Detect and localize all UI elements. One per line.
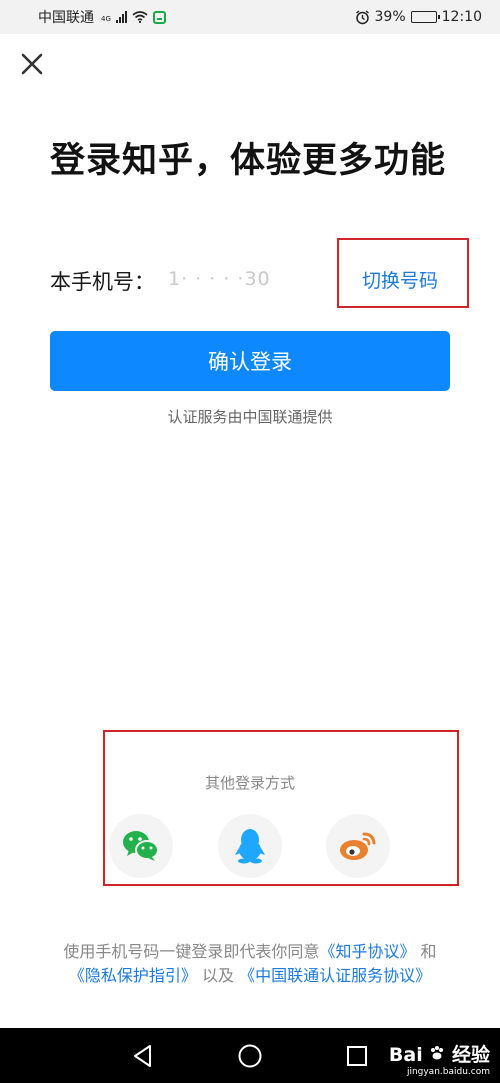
unicom-auth-agreement-link[interactable]: 《中国联通认证服务协议》: [239, 966, 431, 985]
agreement-and: 和: [420, 942, 437, 961]
confirm-login-button[interactable]: 确认登录: [50, 331, 450, 391]
battery-percent: 39%: [374, 9, 406, 25]
watermark-brand: Bai: [388, 1044, 423, 1066]
privacy-guide-link[interactable]: 《隐私保护指引》: [69, 966, 197, 985]
phone-number: 1· · · · ·30: [168, 268, 271, 290]
weibo-login-button[interactable]: [326, 814, 390, 878]
close-icon: [21, 53, 43, 75]
battery-icon: [410, 11, 440, 23]
watermark-url: jingyan.baidu.com: [406, 1067, 490, 1077]
wifi-icon: [132, 11, 148, 23]
nav-back-button[interactable]: [130, 1043, 156, 1069]
agreement-prefix: 使用手机号码一键登录即代表你同意: [63, 942, 320, 961]
zhihu-agreement-link[interactable]: 《知乎协议》: [319, 942, 415, 961]
phone-label: 本手机号：: [50, 270, 155, 294]
wechat-icon: [123, 831, 159, 861]
status-bar: 中国联通 4G 39% 12:10: [0, 0, 500, 34]
agreement-also: 以及: [201, 966, 234, 985]
home-icon: [238, 1044, 262, 1067]
watermark: Bai 经验 jingyan.baidu.com: [389, 1040, 490, 1077]
other-login-title: 其他登录方式: [204, 774, 295, 792]
carrier-name: 中国联通: [38, 10, 94, 26]
close-button[interactable]: [18, 50, 46, 78]
signal-icon: [115, 11, 127, 23]
qq-login-button[interactable]: [218, 814, 282, 878]
alarm-icon: [355, 9, 369, 24]
back-icon: [134, 1044, 152, 1067]
weibo-icon: [340, 832, 376, 860]
qq-icon: [235, 829, 265, 864]
network-type: 4G: [101, 15, 111, 23]
recents-icon: [346, 1045, 367, 1066]
status-right: 39% 12:10: [355, 9, 482, 25]
nav-recents-button[interactable]: [344, 1043, 370, 1069]
app-notification-icon: [152, 10, 166, 24]
nav-home-button[interactable]: [237, 1043, 263, 1069]
wechat-login-button[interactable]: [109, 814, 173, 878]
watermark-suffix: 经验: [451, 1044, 490, 1066]
status-left: 中国联通 4G: [38, 7, 166, 27]
agreement-text: 使用手机号码一键登录即代表你同意《知乎协议》 和 《隐私保护指引》 以及 《中国…: [60, 940, 440, 988]
clock: 12:10: [441, 9, 482, 25]
auth-provider-note: 认证服务由中国联通提供: [167, 408, 333, 426]
page-title: 登录知乎，体验更多功能: [50, 141, 447, 181]
switch-number-link[interactable]: 切换号码: [362, 266, 438, 293]
paw-icon: [431, 1046, 444, 1060]
